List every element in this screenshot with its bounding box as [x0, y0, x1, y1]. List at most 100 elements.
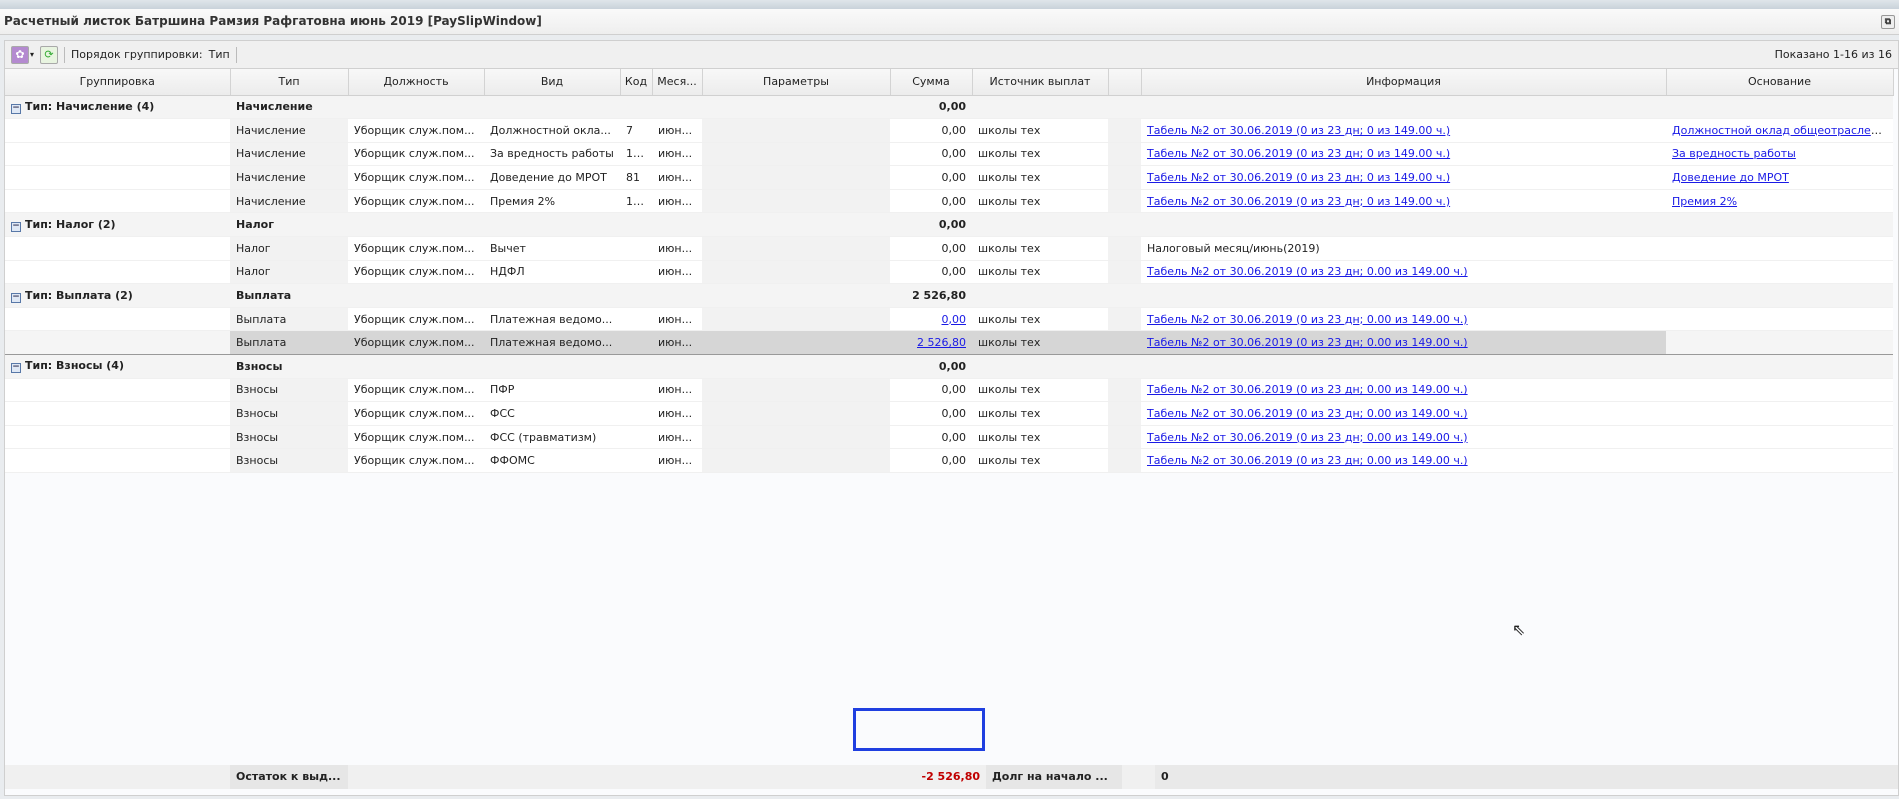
position-cell: Уборщик служ.пом... — [348, 425, 484, 450]
type-cell: Выплата — [230, 330, 348, 356]
info-cell-link[interactable]: Табель №2 от 30.06.2019 (0 из 23 дн; 0 и… — [1147, 124, 1450, 137]
sum-cell: 0,00 — [890, 118, 972, 143]
group-label[interactable]: − Тип: Начисление (4) — [5, 95, 230, 120]
info-cell-link[interactable]: Табель №2 от 30.06.2019 (0 из 23 дн; 0.0… — [1147, 313, 1468, 326]
basis-cell[interactable]: Премия 2% — [1666, 189, 1893, 214]
empty-cell — [652, 354, 702, 379]
column-header[interactable]: Группировка — [5, 69, 231, 96]
info-cell-link[interactable]: Табель №2 от 30.06.2019 (0 из 23 дн; 0 и… — [1147, 195, 1450, 208]
info-cell[interactable]: Табель №2 от 30.06.2019 (0 из 23 дн; 0.0… — [1141, 260, 1666, 285]
collapse-icon[interactable]: − — [11, 363, 21, 374]
info-cell[interactable]: Табель №2 от 30.06.2019 (0 из 23 дн; 0 и… — [1141, 118, 1666, 143]
info-cell[interactable]: Табель №2 от 30.06.2019 (0 из 23 дн; 0.0… — [1141, 425, 1666, 450]
info-cell-link[interactable]: Табель №2 от 30.06.2019 (0 из 23 дн; 0 и… — [1147, 171, 1450, 184]
group-label[interactable]: − Тип: Выплата (2) — [5, 283, 230, 308]
basis-cell-link[interactable]: Премия 2% — [1672, 195, 1737, 208]
info-cell-link[interactable]: Табель №2 от 30.06.2019 (0 из 23 дн; 0 и… — [1147, 147, 1450, 160]
info-cell[interactable]: Табель №2 от 30.06.2019 (0 из 23 дн; 0.0… — [1141, 448, 1666, 473]
info-cell[interactable]: Табель №2 от 30.06.2019 (0 из 23 дн; 0.0… — [1141, 401, 1666, 426]
empty-cell — [484, 283, 620, 308]
position-cell: Уборщик служ.пом... — [348, 448, 484, 473]
table-row[interactable]: Выплата Уборщик служ.пом... Платежная ведо… — [5, 307, 1893, 332]
restore-window-button[interactable]: ⧉ — [1881, 15, 1895, 29]
group-row[interactable]: − Тип: Выплата (2) Выплата 2 526,80 — [5, 283, 1893, 308]
table-row[interactable]: Взносы Уборщик служ.пом... ФСС (травматизм… — [5, 425, 1893, 450]
collapse-icon[interactable]: − — [11, 221, 21, 232]
table-row[interactable]: Начисление Уборщик служ.пом... Должностной… — [5, 118, 1893, 143]
table-row[interactable]: Налог Уборщик служ.пом... Вычет июн... 0,00 ш… — [5, 236, 1893, 261]
column-header[interactable]: Вид — [484, 69, 621, 96]
column-header[interactable]: Меся... — [652, 69, 703, 96]
info-cell[interactable]: Табель №2 от 30.06.2019 (0 из 23 дн; 0.0… — [1141, 307, 1666, 332]
basis-cell-link[interactable]: Должностной оклад общеотраслев... — [1672, 124, 1888, 137]
column-header[interactable]: Должность — [348, 69, 485, 96]
table-row[interactable]: Взносы Уборщик служ.пом... ФСС июн... 0,00 шк… — [5, 401, 1893, 426]
settings-menu-button[interactable]: ✿ — [11, 45, 29, 64]
info-cell[interactable]: Табель №2 от 30.06.2019 (0 из 23 дн; 0 и… — [1141, 142, 1666, 167]
grouping-cell — [5, 189, 230, 214]
sum-cell: 0,00 — [890, 189, 972, 214]
basis-cell[interactable]: За вредность работы — [1666, 142, 1893, 167]
table-row[interactable]: Взносы Уборщик служ.пом... ФФОМС июн... 0,00… — [5, 448, 1893, 473]
collapse-icon[interactable]: − — [11, 103, 21, 114]
type-cell: Начисление — [230, 142, 348, 167]
info-cell-link[interactable]: Табель №2 от 30.06.2019 (0 из 23 дн; 0.0… — [1147, 265, 1468, 278]
sum-cell[interactable]: 2 526,80 — [890, 330, 972, 356]
basis-cell-link[interactable]: За вредность работы — [1672, 147, 1796, 160]
column-header[interactable] — [1108, 69, 1142, 96]
group-row[interactable]: − Тип: Начисление (4) Начисление 0,00 — [5, 95, 1893, 120]
table-row[interactable]: Налог Уборщик служ.пом... НДФЛ июн... 0,00 шк… — [5, 260, 1893, 285]
empty-cell — [972, 283, 1108, 308]
collapse-icon[interactable]: − — [11, 292, 21, 303]
table-row[interactable]: Взносы Уборщик служ.пом... ПФР июн... 0,00 шк… — [5, 378, 1893, 403]
group-label[interactable]: − Тип: Налог (2) — [5, 212, 230, 238]
empty-cell — [652, 283, 702, 308]
position-cell: Уборщик служ.пом... — [348, 165, 484, 190]
group-row[interactable]: − Тип: Налог (2) Налог 0,00 — [5, 212, 1893, 238]
basis-cell-link[interactable]: Доведение до МРОТ — [1672, 171, 1789, 184]
group-type: Взносы — [230, 354, 348, 379]
info-cell-link[interactable]: Табель №2 от 30.06.2019 (0 из 23 дн; 0.0… — [1147, 454, 1468, 467]
grouping-cell — [5, 236, 230, 261]
column-header[interactable]: Код — [620, 69, 653, 96]
sum-cell-link[interactable]: 2 526,80 — [917, 336, 966, 349]
info-cell[interactable]: Табель №2 от 30.06.2019 (0 из 23 дн; 0 и… — [1141, 189, 1666, 214]
column-header[interactable]: Информация — [1141, 69, 1667, 96]
info-cell-link[interactable]: Табель №2 от 30.06.2019 (0 из 23 дн; 0.0… — [1147, 407, 1468, 420]
source-cell: школы тех — [972, 260, 1108, 285]
empty-cell — [1108, 212, 1141, 238]
payslip-grid: Группировка Тип Должность Вид Код Меся... Пара… — [5, 69, 1894, 473]
table-row[interactable]: Начисление Уборщик служ.пом... Премия 2% 13… — [5, 189, 1893, 214]
source-cell: школы тех — [972, 189, 1108, 214]
column-header[interactable]: Параметры — [702, 69, 891, 96]
column-header[interactable]: Тип — [230, 69, 349, 96]
group-label[interactable]: − Тип: Взносы (4) — [5, 354, 230, 379]
info-cell[interactable]: Табель №2 от 30.06.2019 (0 из 23 дн; 0 и… — [1141, 165, 1666, 190]
table-row[interactable]: Начисление Уборщик служ.пом... За вредност… — [5, 142, 1893, 167]
grouping-cell — [5, 425, 230, 450]
empty-cell — [620, 212, 652, 238]
column-header[interactable]: Сумма — [890, 69, 973, 96]
type-cell: Взносы — [230, 448, 348, 473]
table-row[interactable]: Выплата Уборщик служ.пом... Платежная ведо… — [5, 330, 1893, 356]
column-header[interactable]: Основание — [1666, 69, 1894, 96]
refresh-button[interactable]: ⟳ — [40, 45, 59, 64]
records-shown: Показано 1-16 из 16 — [1774, 48, 1892, 61]
table-row[interactable]: Начисление Уборщик служ.пом... Доведение д… — [5, 165, 1893, 190]
info-cell-link[interactable]: Табель №2 от 30.06.2019 (0 из 23 дн; 0.0… — [1147, 336, 1468, 349]
group-row[interactable]: − Тип: Взносы (4) Взносы 0,00 — [5, 354, 1893, 379]
sum-cell[interactable]: 0,00 — [890, 307, 972, 332]
chevron-down-icon[interactable]: ▾ — [30, 50, 34, 59]
column-header[interactable]: Источник выплат — [972, 69, 1109, 96]
info-cell[interactable]: Табель №2 от 30.06.2019 (0 из 23 дн; 0.0… — [1141, 330, 1666, 356]
sum-cell-link[interactable]: 0,00 — [942, 313, 967, 326]
type-cell: Взносы — [230, 425, 348, 450]
info-cell[interactable]: Табель №2 от 30.06.2019 (0 из 23 дн; 0.0… — [1141, 378, 1666, 403]
basis-cell[interactable]: Доведение до МРОТ — [1666, 165, 1893, 190]
debt-value: 0 — [1155, 765, 1898, 789]
info-cell-link[interactable]: Табель №2 от 30.06.2019 (0 из 23 дн; 0.0… — [1147, 431, 1468, 444]
basis-cell[interactable]: Должностной оклад общеотраслев... — [1666, 118, 1893, 143]
empty-cell — [1666, 212, 1893, 238]
info-cell-link[interactable]: Табель №2 от 30.06.2019 (0 из 23 дн; 0.0… — [1147, 383, 1468, 396]
grouping-value[interactable]: Тип — [209, 48, 230, 61]
